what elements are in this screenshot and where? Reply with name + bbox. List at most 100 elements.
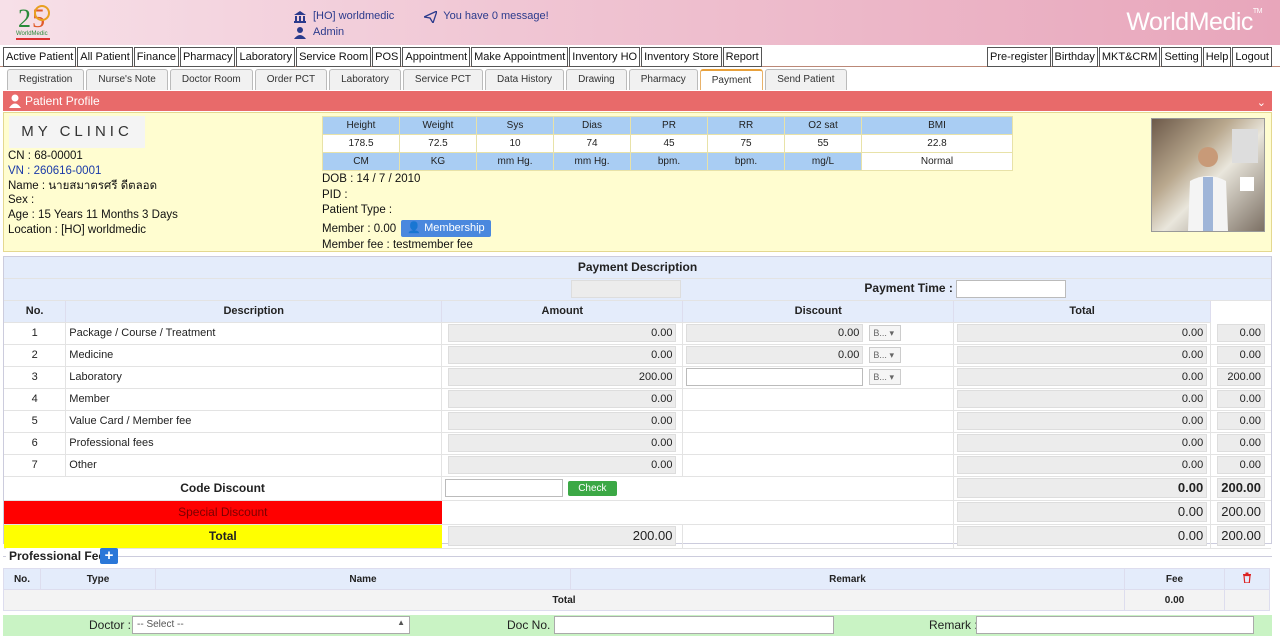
tab-drawing[interactable]: Drawing	[566, 69, 627, 90]
membership-button[interactable]: 👤 Membership	[401, 219, 491, 237]
user-icon	[294, 26, 306, 39]
row-amount: 0.00	[448, 390, 677, 408]
vital-unit-height: CM	[323, 153, 399, 170]
row-discount-input[interactable]: 0.00	[686, 324, 864, 342]
row-total: 200.00	[1217, 368, 1265, 386]
tab-registration[interactable]: Registration	[7, 69, 85, 90]
row-description: Laboratory	[65, 366, 443, 389]
row-total: 0.00	[1217, 323, 1265, 342]
vn-link[interactable]: 260616-0001	[34, 165, 102, 177]
vital-unit-dias: mm Hg.	[554, 153, 630, 170]
tab-doctor-room[interactable]: Doctor Room	[169, 69, 253, 90]
patient-profile-header[interactable]: Patient Profile ⌄	[3, 91, 1272, 111]
payment-title: Payment Description	[4, 257, 1271, 279]
payment-row: 1 Package / Course / Treatment 0.00 0.00 B..…	[4, 322, 1271, 345]
dropdown-arrow-icon: ▲	[397, 618, 405, 627]
nav-inventory-ho[interactable]: Inventory HO	[569, 47, 641, 67]
trash-icon[interactable]	[1224, 568, 1270, 590]
nav-mkt-crm[interactable]: MKT&CRM	[1098, 47, 1161, 67]
patient-photo	[1151, 118, 1265, 232]
discount-type-select[interactable]: B... ▾	[869, 369, 902, 385]
nav-setting[interactable]: Setting	[1161, 47, 1202, 67]
vital-label-height: Height	[323, 117, 399, 134]
code-discount-input[interactable]	[445, 479, 564, 497]
row-no: 6	[4, 432, 67, 455]
patient-profile-body: MY CLINIC CN : 68-00001 VN : 260616-0001…	[3, 112, 1272, 252]
payment-time-input[interactable]	[956, 280, 1067, 298]
nav-active-patient[interactable]: Active Patient	[3, 47, 77, 67]
docno-input[interactable]	[554, 616, 834, 634]
tab-data-history[interactable]: Data History	[485, 69, 565, 90]
total-discount: 0.00	[956, 526, 1208, 546]
nav-service-room[interactable]: Service Room	[296, 47, 372, 67]
special-discount-label: Special Discount	[4, 500, 442, 525]
patient-tabs: Registration Nurse's Note Doctor Room Order…	[7, 69, 847, 90]
tab-nurse-s-note[interactable]: Nurse's Note	[86, 69, 168, 90]
messages-link[interactable]: You have 0 message!	[443, 9, 548, 24]
row-discount-total: 0.00	[956, 324, 1208, 342]
nav-laboratory[interactable]: Laboratory	[236, 47, 296, 67]
svg-text:2: 2	[18, 4, 31, 33]
vital-unit-o2-sat: mg/L	[785, 153, 861, 170]
nav-pre-register[interactable]: Pre-register	[987, 47, 1051, 67]
doctor-select[interactable]: -- Select -- ▲	[132, 616, 410, 634]
nav-help[interactable]: Help	[1202, 47, 1232, 67]
nav-pharmacy[interactable]: Pharmacy	[179, 47, 236, 67]
discount-type-select[interactable]: B... ▾	[869, 325, 902, 341]
payment-time-label: Payment Time :	[864, 281, 953, 296]
nav-appointment[interactable]: Appointment	[402, 47, 471, 67]
tab-order-pct[interactable]: Order PCT	[254, 69, 328, 90]
row-amount: 0.00	[448, 456, 677, 474]
payment-row: 5 Value Card / Member fee 0.00 0.00 0.00	[4, 410, 1271, 433]
row-discount-total: 0.00	[956, 368, 1208, 386]
row-no: 5	[4, 410, 67, 433]
nav-all-patient[interactable]: All Patient	[77, 47, 133, 67]
row-no: 4	[4, 388, 67, 411]
dob: DOB : 14 / 7 / 2010	[322, 173, 421, 185]
tab-pharmacy[interactable]: Pharmacy	[628, 69, 698, 90]
nav-report[interactable]: Report	[722, 47, 762, 67]
user-name[interactable]: Admin	[313, 25, 344, 40]
vital-label-bmi: BMI	[862, 117, 1012, 134]
vital-value-o2-sat: 55	[785, 135, 861, 152]
remark-input[interactable]	[976, 616, 1254, 634]
pro-fee-total-label: Total	[3, 589, 1125, 611]
send-message-icon[interactable]	[424, 10, 438, 23]
payment-date-input[interactable]	[570, 280, 681, 298]
tab-payment[interactable]: Payment	[699, 69, 764, 90]
member-balance: Member : 0.00	[322, 222, 397, 235]
row-amount: 0.00	[448, 412, 677, 430]
pro-fee-total-value: 0.00	[1124, 589, 1225, 611]
nav-pos[interactable]: POS	[372, 47, 402, 67]
cn-value: CN : 68-00001	[8, 150, 83, 162]
main-navigation: Active Patient All Patient Finance Pharmacy…	[0, 47, 1280, 67]
total-amount: 200.00	[447, 526, 677, 546]
discount-type-select[interactable]: B... ▾	[869, 347, 902, 363]
nav-birthday[interactable]: Birthday	[1051, 47, 1098, 67]
caret-down-icon: ▾	[889, 328, 894, 338]
nav-finance[interactable]: Finance	[133, 47, 179, 67]
vital-value-pr: 45	[631, 135, 707, 152]
row-amount: 0.00	[448, 434, 677, 452]
row-discount-input[interactable]	[686, 368, 864, 386]
vital-value-dias: 74	[554, 135, 630, 152]
tab-service-pct[interactable]: Service PCT	[402, 69, 484, 90]
special-total: 200.00	[1217, 502, 1265, 522]
tab-laboratory[interactable]: Laboratory	[329, 69, 401, 90]
row-discount-input[interactable]: 0.00	[686, 346, 864, 364]
nav-logout[interactable]: Logout	[1232, 47, 1272, 67]
check-button[interactable]: Check	[568, 480, 617, 496]
add-professional-fee-button[interactable]: +	[100, 548, 118, 564]
brand-wordmark: WorldMedicTM	[1126, 8, 1262, 36]
row-description: Member	[65, 388, 443, 411]
tab-send-patient[interactable]: Send Patient	[765, 69, 847, 90]
docno-label: Doc No. :	[507, 618, 558, 632]
vital-label-sys: Sys	[477, 117, 553, 134]
vital-label-dias: Dias	[554, 117, 630, 134]
vital-label-weight: Weight	[400, 117, 476, 134]
col-amount: Amount	[441, 300, 684, 323]
nav-inventory-store[interactable]: Inventory Store	[641, 47, 722, 67]
chevron-down-icon[interactable]: ⌄	[1257, 93, 1266, 113]
nav-make-appointment[interactable]: Make Appointment	[471, 47, 569, 67]
patient-sex: Sex :	[8, 194, 35, 207]
